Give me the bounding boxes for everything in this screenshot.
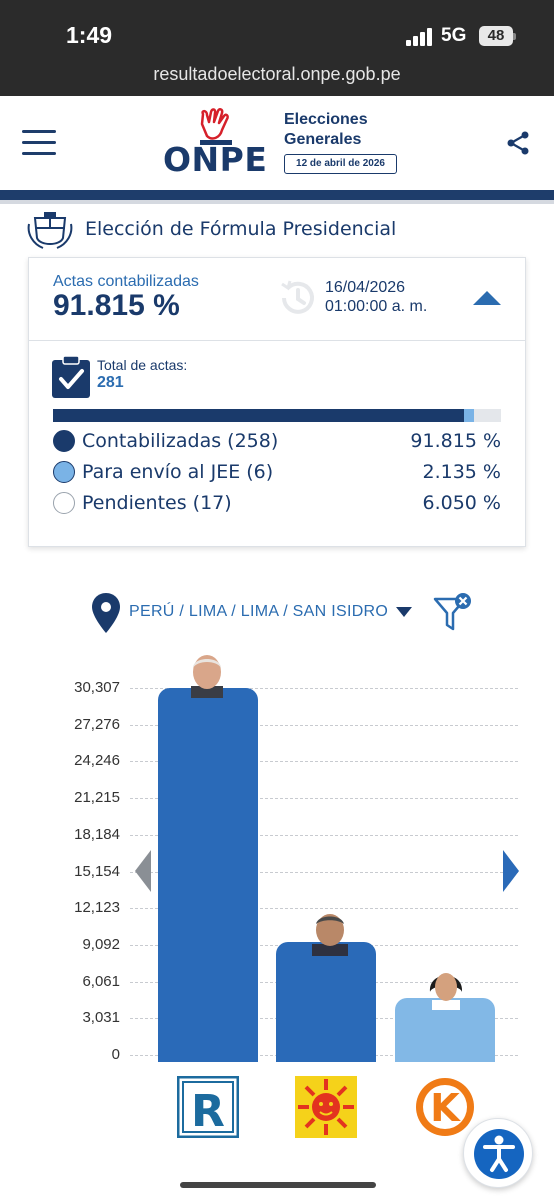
section-title: Elección de Fórmula Presidencial	[85, 218, 397, 240]
chevron-right-icon[interactable]	[503, 850, 519, 892]
accessibility-icon	[474, 1129, 524, 1179]
progress-segment-1	[53, 409, 464, 422]
legend-value: 6.050 %	[422, 492, 502, 514]
battery-icon: 48	[479, 26, 513, 46]
url-bar[interactable]: resultadoelectoral.onpe.gob.pe	[0, 64, 554, 85]
legend-value: 91.815 %	[410, 430, 501, 452]
site-header	[0, 96, 554, 192]
clock-icon	[281, 280, 314, 314]
crest-icon	[27, 212, 73, 249]
card-divider	[28, 340, 526, 341]
y-tick-label: 12,123	[74, 899, 120, 917]
candidate-photo-1	[191, 655, 223, 698]
share-icon[interactable]	[505, 130, 531, 156]
checklist-icon	[52, 356, 90, 398]
location-pin-icon	[92, 593, 120, 633]
total-actas-value: 281	[97, 374, 124, 391]
chevron-down-icon[interactable]	[396, 607, 412, 617]
bar-r[interactable]	[158, 688, 258, 1062]
y-tick-label: 18,184	[74, 825, 120, 843]
header-band	[0, 190, 554, 200]
logo-text: ONPE	[163, 140, 268, 179]
legend-label: Para envío al JEE (6)	[82, 461, 274, 483]
results-chart: 30,307 27,276 24,246 21,215 18,184 15,154 12,1…	[0, 640, 554, 1100]
network-type: 5G	[441, 25, 467, 46]
location-selector[interactable]: PERÚ / LIMA / LIMA / SAN ISIDRO	[129, 603, 388, 621]
bar-sol[interactable]	[276, 942, 376, 1062]
legend-value: 2.135 %	[422, 461, 502, 483]
legend-dot	[53, 461, 75, 483]
header-band-shadow	[0, 200, 554, 204]
actas-progress-bar	[53, 409, 501, 422]
chevron-up-icon[interactable]	[473, 291, 501, 305]
svg-text:R: R	[191, 1086, 225, 1137]
update-date: 16/04/2026	[325, 279, 406, 296]
logo-title-line2: Generales	[284, 131, 362, 148]
y-tick-label: 0	[111, 1046, 120, 1063]
y-tick-label: 9,092	[82, 935, 120, 953]
accessibility-button[interactable]	[463, 1118, 533, 1188]
status-time: 1:49	[66, 22, 113, 48]
battery-tip	[513, 33, 516, 40]
candidate-photo-3	[429, 973, 463, 1010]
total-actas-label: Total de actas:	[97, 357, 188, 373]
legend-item: Pendientes (17) 6.050 %	[53, 490, 501, 516]
logo-title-line1: Elecciones	[284, 111, 368, 128]
candidate-photo-2	[312, 914, 348, 956]
legend-dot	[53, 430, 75, 452]
legend-label: Pendientes (17)	[82, 492, 232, 514]
election-date: 12 de abril de 2026	[284, 154, 397, 174]
party-logo-sun	[295, 1076, 357, 1138]
y-tick-label: 3,031	[82, 1009, 120, 1027]
party-logo-k: K	[416, 1078, 474, 1136]
logo-title: Elecciones Generales	[284, 110, 368, 150]
legend-label: Contabilizadas (258)	[82, 430, 279, 452]
home-indicator	[180, 1182, 376, 1188]
y-tick-label: 6,061	[82, 972, 120, 990]
y-tick-label: 24,246	[74, 752, 120, 770]
legend-dot	[53, 492, 75, 514]
chevron-left-icon[interactable]	[135, 850, 151, 892]
y-tick-label: 30,307	[74, 679, 120, 696]
signal-icon	[406, 28, 434, 46]
y-tick-label: 15,154	[74, 862, 120, 880]
party-logo-r: R	[177, 1076, 239, 1138]
update-time: 01:00:00 a. m.	[325, 298, 428, 315]
progress-segment-3	[474, 409, 501, 422]
legend-item: Para envío al JEE (6) 2.135 %	[53, 459, 501, 485]
y-tick-label: 27,276	[74, 715, 120, 733]
y-tick-label: 21,215	[74, 789, 120, 807]
progress-segment-2	[464, 409, 474, 422]
actas-value: 91.815 %	[53, 289, 180, 322]
filter-clear-icon[interactable]	[432, 591, 474, 633]
menu-icon[interactable]	[22, 130, 56, 156]
legend-item: Contabilizadas (258) 91.815 %	[53, 428, 501, 454]
svg-text:K: K	[430, 1086, 461, 1130]
status-bar: 1:49 5G 48 resultadoelectoral.onpe.gob.p…	[0, 0, 554, 96]
